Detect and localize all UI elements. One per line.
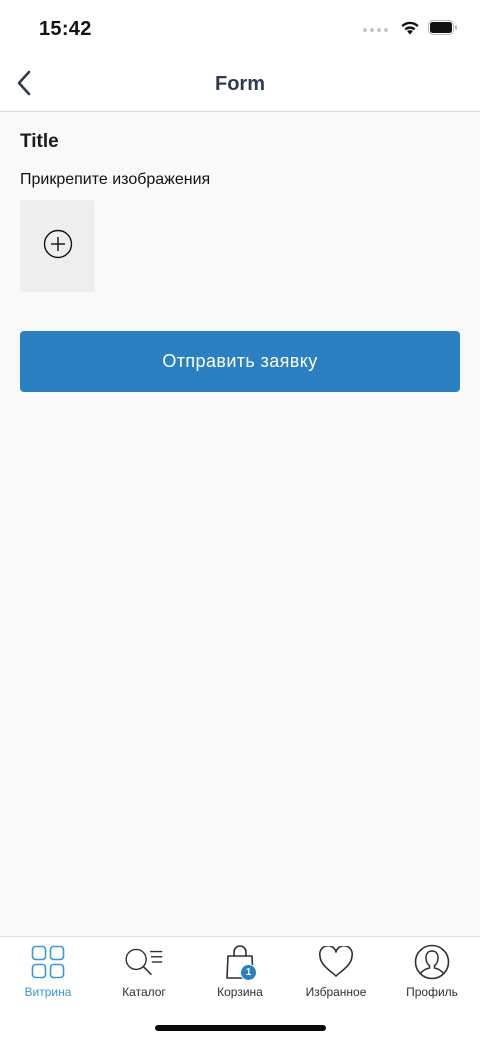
tab-label: Избранное <box>305 985 367 999</box>
attach-images-label: Прикрепите изображения <box>20 171 211 188</box>
status-indicators <box>363 20 458 40</box>
wifi-icon <box>400 20 420 40</box>
page-title: Form <box>215 73 265 95</box>
shopping-bag-icon: 1 <box>220 943 260 981</box>
search-list-icon <box>124 943 164 981</box>
tab-katalog[interactable]: Каталог <box>96 937 192 1003</box>
nav-bar: Form <box>0 58 480 112</box>
tab-label: Корзина <box>217 985 263 999</box>
add-image-button[interactable] <box>20 200 95 292</box>
plus-circle-icon <box>43 229 73 264</box>
form-title: Title <box>20 131 59 152</box>
home-indicator <box>155 1025 326 1031</box>
tab-label: Каталог <box>122 985 166 999</box>
status-time: 15:42 <box>39 18 92 40</box>
screen: 15:42 Form Title Прикрепите изображения … <box>0 0 480 1039</box>
signal-icon <box>363 28 388 32</box>
grid-icon <box>28 943 68 981</box>
cart-count-badge: 1 <box>240 964 257 981</box>
tab-korzina[interactable]: 1 Корзина <box>192 937 288 1003</box>
status-bar: 15:42 <box>0 0 480 58</box>
user-icon <box>412 943 452 981</box>
tab-vitrina[interactable]: Витрина <box>0 937 96 1003</box>
heart-icon <box>316 943 356 981</box>
submit-button[interactable]: Отправить заявку <box>20 331 460 392</box>
tab-izbrannoe[interactable]: Избранное <box>288 937 384 1003</box>
tab-bar: Витрина Каталог 1 Корзина Избранное Проф… <box>0 936 480 1039</box>
battery-icon <box>428 20 458 40</box>
tab-profil[interactable]: Профиль <box>384 937 480 1003</box>
tab-label: Профиль <box>406 985 458 999</box>
tab-label: Витрина <box>24 985 72 999</box>
